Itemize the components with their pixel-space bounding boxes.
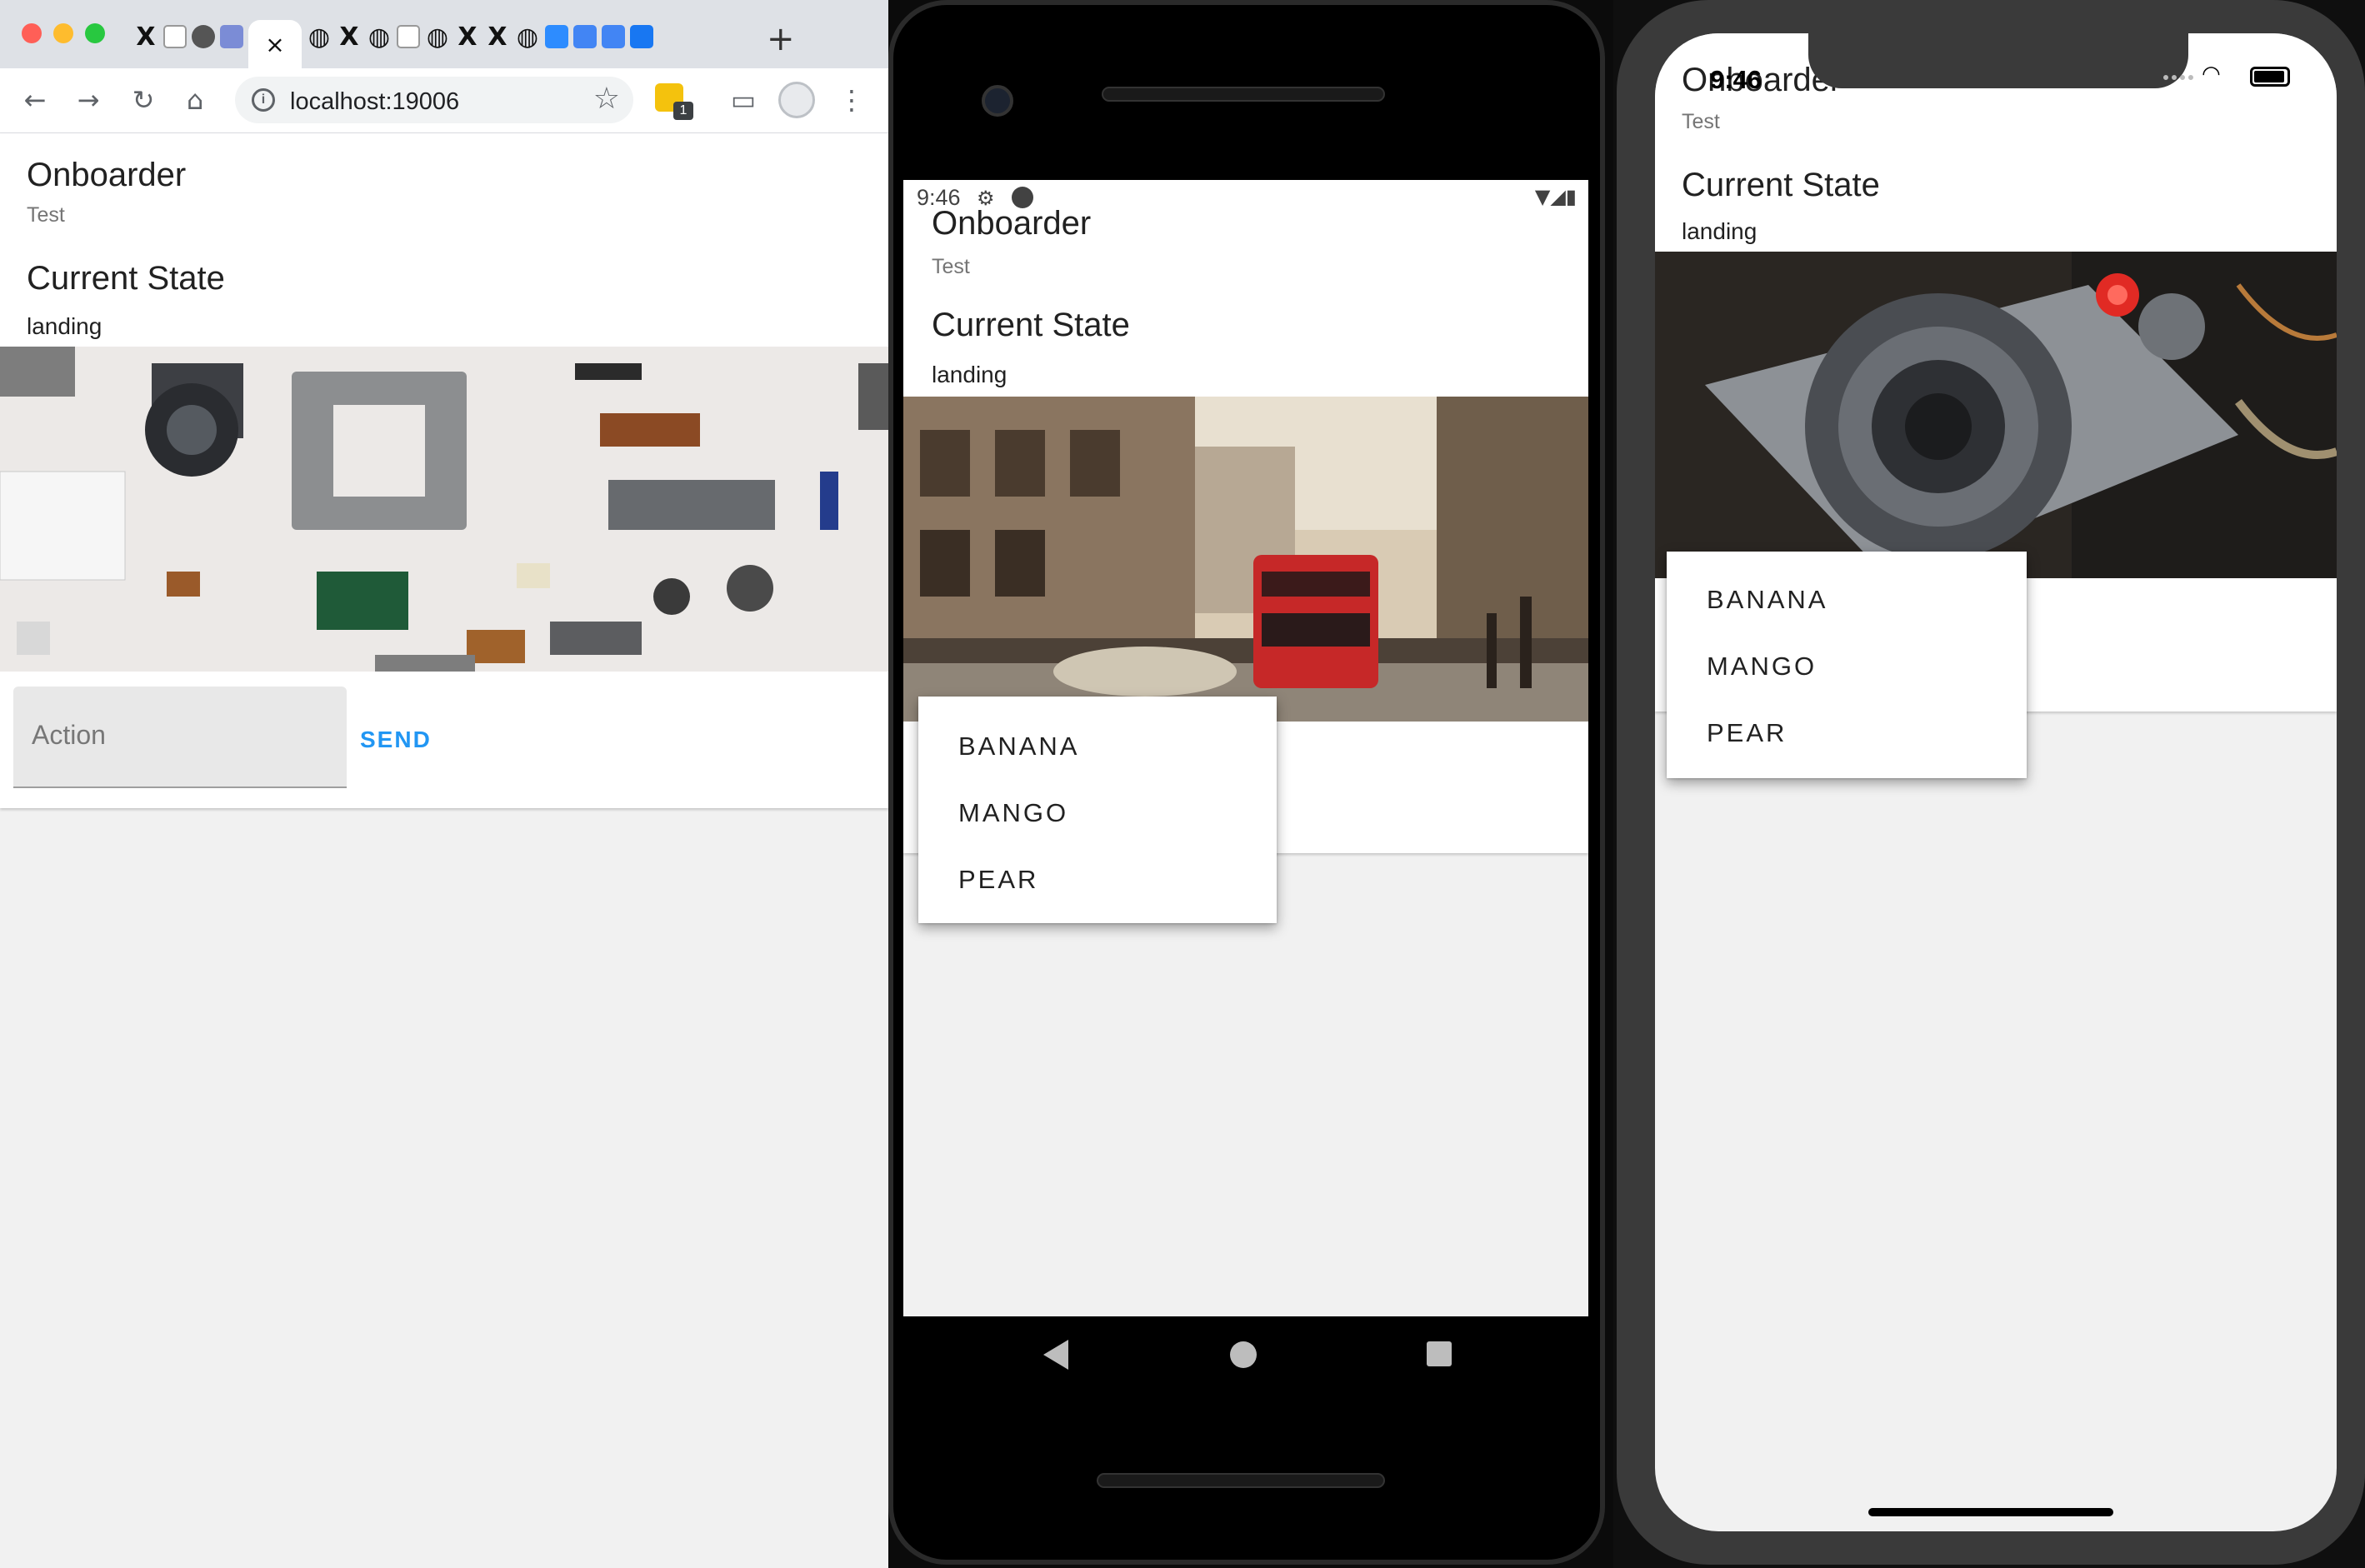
tab-cube-icon[interactable] <box>220 25 243 48</box>
tab-x-icon[interactable]: X <box>337 22 362 52</box>
status-time: 9:46 <box>917 185 961 210</box>
new-tab-button[interactable]: + <box>767 20 795 58</box>
extension-badge: 1 <box>673 102 693 120</box>
state-value: landing <box>1682 218 1758 244</box>
address-bar[interactable]: i localhost:19006 ☆ <box>235 77 633 123</box>
maximize-window-button[interactable] <box>85 23 105 43</box>
status-time: 9:46 <box>1710 65 1762 94</box>
tab-docs-icon[interactable] <box>573 25 597 48</box>
section-title: Current State <box>932 307 1130 343</box>
iphone-device: Onboarder Test Current State landing BAN… <box>1613 0 2365 1568</box>
cast-icon[interactable]: ▭ <box>725 82 762 118</box>
section-title: Current State <box>27 260 225 297</box>
browser-window: X × ◍ X ◍ ◍ X X ◍ + ← → ↻ ⌂ i localhost:… <box>0 0 888 1568</box>
status-bar: 9:46 ⚙ ▼◢▮ <box>903 180 1588 213</box>
minimize-window-button[interactable] <box>53 23 73 43</box>
tab-strip: X × ◍ X ◍ ◍ X X ◍ + <box>0 0 888 68</box>
arrow-left-icon[interactable]: ← <box>17 82 53 118</box>
tab-github-icon[interactable]: ◍ <box>425 22 450 52</box>
iphone-bezel: Onboarder Test Current State landing BAN… <box>1617 0 2365 1565</box>
hero-image-camera-parts <box>0 347 888 672</box>
send-button[interactable]: SEND <box>360 727 432 753</box>
page-subtitle: Test <box>1682 110 1720 133</box>
page-subtitle: Test <box>27 203 65 227</box>
arrow-right-icon[interactable]: → <box>70 82 107 118</box>
speaker-grille <box>1102 87 1385 102</box>
menu-item-pear[interactable]: PEAR <box>1707 718 1787 748</box>
dropdown-menu: BANANA MANGO PEAR <box>1667 552 2027 778</box>
reload-icon[interactable]: ↻ <box>125 82 162 118</box>
hero-image-vintage-camera <box>1655 252 2337 578</box>
menu-item-mango[interactable]: MANGO <box>1707 652 1817 682</box>
wifi-icon: ◠ <box>2202 62 2221 87</box>
avatar[interactable] <box>778 82 815 118</box>
android-nav-bar <box>903 1316 1588 1393</box>
close-window-button[interactable] <box>22 23 42 43</box>
tab-doc-icon[interactable] <box>163 25 187 48</box>
bottom-speaker-grille <box>1097 1473 1385 1488</box>
action-field[interactable]: Action <box>13 687 347 788</box>
home-indicator[interactable] <box>1868 1508 2113 1516</box>
nav-recents-icon[interactable] <box>1427 1341 1452 1366</box>
tab-github-icon[interactable]: ◍ <box>367 22 392 52</box>
tab-doc-icon[interactable] <box>397 25 420 48</box>
camera-parts-illustration <box>0 347 888 672</box>
home-icon[interactable]: ⌂ <box>177 82 213 118</box>
vintage-camera-illustration <box>1655 252 2337 578</box>
iphone-notch <box>1808 33 2188 88</box>
gear-icon: ⚙ <box>977 187 995 210</box>
menu-item-banana[interactable]: BANANA <box>958 732 1079 762</box>
action-placeholder: Action <box>32 720 106 750</box>
menu-item-mango[interactable]: MANGO <box>958 798 1068 828</box>
london-street-illustration <box>903 397 1588 722</box>
tab-zoom-icon[interactable] <box>545 25 568 48</box>
dropdown-menu: BANANA MANGO PEAR <box>918 697 1277 923</box>
android-screen: Onboarder Test Current State landing 9:4… <box>903 180 1588 1316</box>
nav-back-icon[interactable] <box>1043 1340 1068 1370</box>
app-card: Onboarder Test Current State landing <box>0 133 888 808</box>
menu-item-banana[interactable]: BANANA <box>1707 585 1828 615</box>
battery-icon <box>2250 67 2290 87</box>
tab-x-icon[interactable]: X <box>485 22 510 52</box>
tab-github-icon[interactable]: ◍ <box>307 22 332 52</box>
info-icon[interactable]: i <box>252 88 275 112</box>
signal-battery-icon: ▼◢▮ <box>1534 185 1577 208</box>
state-value: landing <box>27 313 102 339</box>
more-vert-icon[interactable]: ⋮ <box>833 82 870 118</box>
iphone-screen: Onboarder Test Current State landing BAN… <box>1655 33 2337 1531</box>
hero-image-london-street <box>903 397 1588 722</box>
page-subtitle: Test <box>932 255 970 278</box>
tab-list: X × ◍ X ◍ ◍ X X ◍ <box>133 20 653 68</box>
browser-toolbar: ← → ↻ ⌂ i localhost:19006 ☆ 1 ▭ ⋮ <box>0 68 888 133</box>
front-camera-icon <box>982 85 1013 117</box>
web-page: Onboarder Test Current State landing Act… <box>0 133 888 1568</box>
menu-item-pear[interactable]: PEAR <box>958 865 1038 895</box>
tab-docs-icon[interactable] <box>602 25 625 48</box>
url-text[interactable]: localhost:19006 <box>290 88 459 116</box>
tab-x-icon[interactable]: X <box>455 22 480 52</box>
star-icon[interactable]: ☆ <box>593 82 620 116</box>
page-title: Onboarder <box>27 157 187 193</box>
state-value: landing <box>932 362 1008 387</box>
tab-globe-icon[interactable] <box>192 25 215 48</box>
nav-home-icon[interactable] <box>1230 1341 1257 1368</box>
android-bezel: Onboarder Test Current State landing 9:4… <box>888 0 1605 1565</box>
tab-active-close-icon[interactable]: × <box>248 20 302 68</box>
tab-facebook-icon[interactable] <box>630 25 653 48</box>
section-title: Current State <box>1682 167 1880 203</box>
tab-x-icon[interactable]: X <box>133 22 158 52</box>
tab-github-icon[interactable]: ◍ <box>515 22 540 52</box>
app-status-icon <box>1012 187 1033 208</box>
android-device: Onboarder Test Current State landing 9:4… <box>888 0 1613 1568</box>
signal-icon <box>2163 75 2193 80</box>
